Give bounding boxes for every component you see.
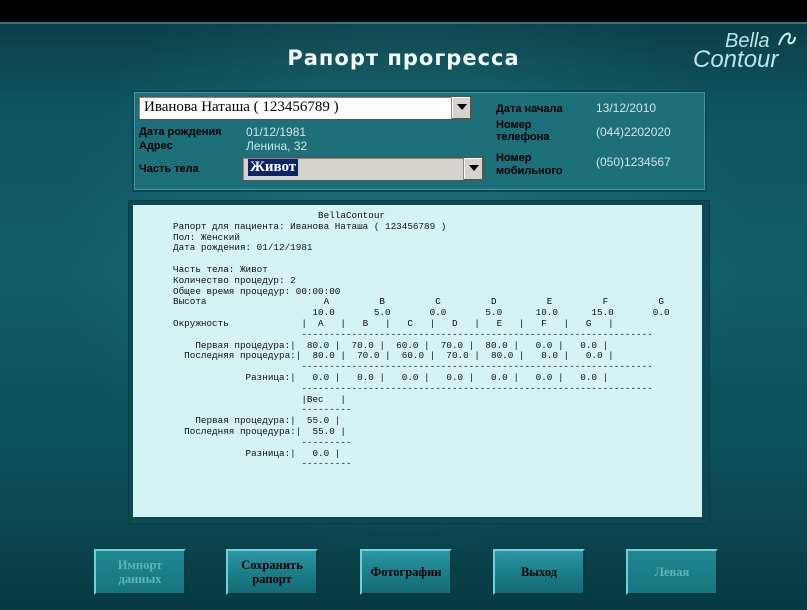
report-text: BellaContour Рапорт для пациента: Иванов… xyxy=(173,210,670,470)
import-data-button-label-1: Импорт xyxy=(117,558,163,572)
patient-select-value: Иванова Наташа ( 123456789 ) xyxy=(144,99,339,115)
mobile-label-line2: мобильного xyxy=(496,165,563,177)
chevron-down-icon xyxy=(469,165,479,171)
phone-label-line1: Номер xyxy=(496,119,532,131)
exit-button[interactable]: Выход xyxy=(493,549,585,595)
bellacontour-logo: Bella Contour xyxy=(689,27,801,73)
start-date-label: Дата начала xyxy=(496,103,563,115)
left-button[interactable]: Левая xyxy=(626,549,718,595)
address-label: Адрес xyxy=(139,140,173,152)
bodypart-select-dropdown-button[interactable] xyxy=(463,158,483,180)
report-view[interactable]: BellaContour Рапорт для пациента: Иванов… xyxy=(133,205,702,517)
phone-value: (044)2202020 xyxy=(596,125,671,139)
dob-label: Дата рождения xyxy=(139,126,222,138)
exit-button-label: Выход xyxy=(520,565,558,579)
top-divider xyxy=(0,22,807,24)
logo-swirl-icon xyxy=(778,32,796,46)
mobile-value: (050)1234567 xyxy=(596,155,671,169)
start-date-value: 13/12/2010 xyxy=(596,101,657,115)
top-bar xyxy=(0,0,807,22)
patient-select-dropdown-button[interactable] xyxy=(451,97,471,119)
import-data-button-label-2: данных xyxy=(118,572,162,586)
chevron-down-icon xyxy=(457,104,467,110)
logo-text-contour: Contour xyxy=(693,46,779,73)
app-window: Рапорт прогресса Bella Contour Иванова Н… xyxy=(0,0,807,610)
bodypart-label: Часть тела xyxy=(139,163,199,175)
mobile-label-line1: Номер xyxy=(496,152,532,164)
dob-value: 01/12/1981 xyxy=(246,125,307,139)
bodypart-select[interactable]: Живот xyxy=(242,157,484,181)
photos-button-label: Фотографии xyxy=(370,565,442,579)
phone-label-line2: телефона xyxy=(496,131,550,143)
photos-button[interactable]: Фотографии xyxy=(360,549,452,595)
save-report-button-label-1: Сохранить xyxy=(241,558,303,572)
import-data-button[interactable]: Импорт данных xyxy=(94,549,186,595)
address-value: Ленина, 32 xyxy=(246,139,308,153)
patient-select[interactable]: Иванова Наташа ( 123456789 ) xyxy=(138,96,472,120)
save-report-button[interactable]: Сохранить рапорт xyxy=(226,549,318,595)
save-report-button-label-2: рапорт xyxy=(252,572,292,586)
page-title: Рапорт прогресса xyxy=(287,46,520,70)
bodypart-select-value: Живот xyxy=(248,159,299,176)
left-button-label: Левая xyxy=(654,565,690,579)
